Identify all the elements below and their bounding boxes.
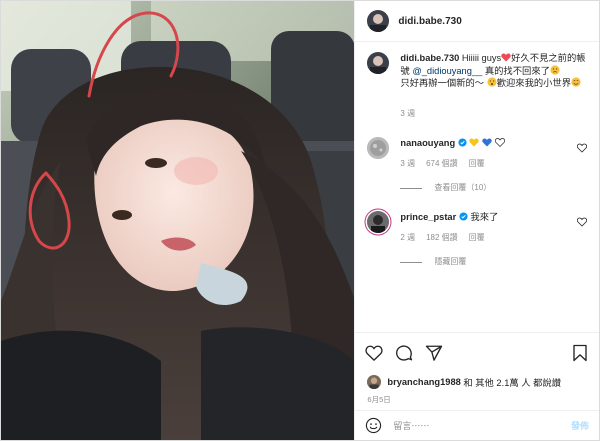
heart-icon[interactable]	[365, 344, 383, 362]
caption-part-4: 只好再辦一個新的～	[400, 78, 485, 88]
comments-list: didi.babe.730 Hiiiii guys 好久不見之前的帳號 @_did…	[355, 42, 599, 332]
author-avatar[interactable]	[367, 10, 390, 32]
post-comment-button[interactable]: 發佈	[571, 419, 589, 432]
caption-part-5: 歡迎來我的小世界	[496, 78, 572, 88]
comment-like-count[interactable]: 674 個讚	[426, 158, 458, 170]
comment-text: 我來了	[470, 212, 499, 222]
comment-item: prince_pstar 我來了 2 週 182 個讚 回覆 隱藏回覆	[367, 211, 587, 268]
comment-timestamp[interactable]: 2 週	[400, 232, 415, 244]
replies-divider	[400, 187, 423, 189]
post-header: didi.babe.730	[355, 1, 599, 42]
selfie-image	[1, 1, 355, 440]
smiling-face-emoji-icon	[571, 77, 581, 87]
add-comment-bar: 發佈	[355, 410, 599, 440]
like-comment-heart-icon[interactable]	[577, 217, 587, 227]
post-date[interactable]: 6月5日	[355, 392, 599, 410]
commenter-avatar[interactable]	[367, 137, 390, 159]
comment-like-count[interactable]: 182 個讚	[426, 232, 458, 244]
commenter-username[interactable]: prince_pstar	[400, 212, 456, 222]
sad-face-emoji-icon	[550, 64, 560, 75]
instagram-post: didi.babe.730 didi.babe.730 Hiiiii guys 好…	[0, 0, 600, 441]
liker-avatar[interactable]	[367, 375, 382, 389]
likes-summary: bryanchang1988 和 其他 2.1萬 人 都說讚	[355, 372, 599, 392]
caption-avatar[interactable]	[367, 52, 390, 74]
comment-item: nanaouyang 3 週 674 個讚 回覆 查看回覆（10）	[367, 137, 587, 194]
white-heart-icon	[494, 138, 505, 147]
post-caption: didi.babe.730 Hiiiii guys 好久不見之前的帳號 @_did…	[367, 52, 587, 120]
post-photo[interactable]	[1, 1, 355, 440]
likes-count-text[interactable]: 和 其他 2.1萬 人 都說讚	[461, 375, 561, 389]
caption-mention-link[interactable]: @_didiouyang__	[412, 66, 482, 76]
caption-part-1: Hiiiii guys	[461, 53, 502, 63]
comment-input[interactable]	[391, 419, 571, 432]
yellow-heart-icon	[469, 138, 480, 147]
reply-button[interactable]: 回覆	[469, 158, 485, 170]
share-icon[interactable]	[425, 344, 443, 362]
surprised-face-emoji-icon	[487, 77, 497, 87]
post-panel: didi.babe.730 didi.babe.730 Hiiiii guys 好…	[354, 1, 599, 440]
hide-replies-toggle[interactable]: 隱藏回覆	[400, 256, 577, 268]
verified-icon	[458, 138, 467, 147]
emoji-icon[interactable]	[365, 417, 382, 434]
caption-text: didi.babe.730 Hiiiii guys 好久不見之前的帳號 @_did…	[400, 52, 587, 90]
like-comment-heart-icon[interactable]	[577, 143, 587, 153]
caption-part-3: 真的找不回來了	[484, 65, 550, 76]
comment-timestamp[interactable]: 3 週	[400, 158, 415, 170]
action-bar	[355, 332, 599, 372]
verified-icon	[459, 212, 468, 221]
bookmark-icon[interactable]	[571, 344, 589, 362]
replies-divider	[400, 261, 423, 263]
commenter-username[interactable]: nanaouyang	[400, 138, 455, 148]
commenter-avatar[interactable]	[367, 211, 390, 233]
comment-icon[interactable]	[395, 344, 413, 362]
blue-heart-icon	[482, 138, 492, 147]
author-username[interactable]: didi.babe.730	[398, 16, 461, 27]
hide-replies-label: 隱藏回覆	[434, 257, 467, 266]
liker-username[interactable]: bryanchang1988	[387, 377, 460, 387]
reply-button[interactable]: 回覆	[469, 232, 485, 244]
caption-timestamp[interactable]: 3 週	[400, 108, 587, 121]
caption-username[interactable]: didi.babe.730	[400, 53, 459, 63]
view-replies-toggle[interactable]: 查看回覆（10）	[400, 182, 577, 194]
red-heart-icon	[501, 53, 511, 62]
view-replies-label: 查看回覆（10）	[434, 183, 492, 192]
